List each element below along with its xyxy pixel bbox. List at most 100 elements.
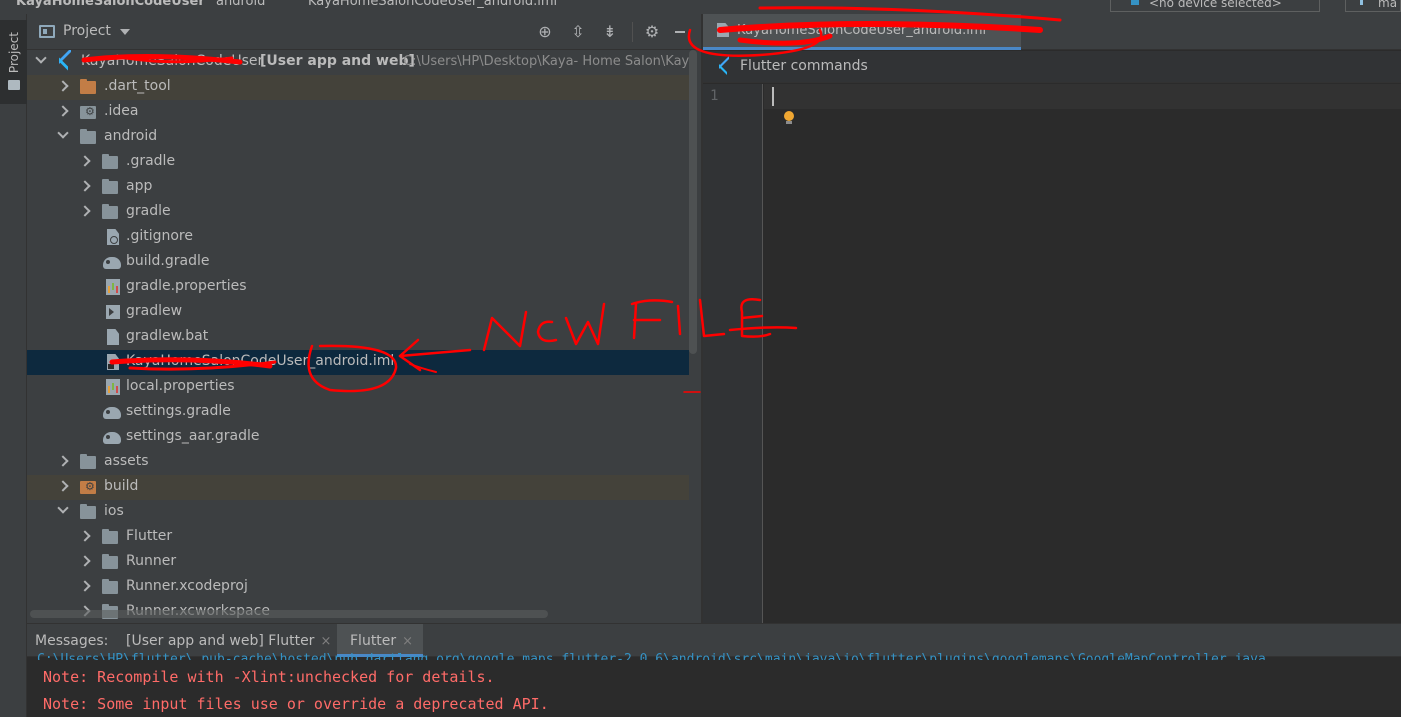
chevron-right-icon[interactable] <box>58 81 68 91</box>
editor-tab-android-iml[interactable]: KayaHomeSalonCodeUser_android.iml <box>703 14 1021 50</box>
chevron-right-icon[interactable] <box>58 456 68 466</box>
tree-item-label: gradlew.bat <box>126 328 209 344</box>
tree-item-settings-gradle[interactable]: settings.gradle <box>27 400 689 425</box>
tree-item-dart-tool[interactable]: .dart_tool <box>27 75 689 100</box>
tree-item-flutter[interactable]: Flutter <box>27 525 689 550</box>
tree-item-ios[interactable]: ios <box>27 500 689 525</box>
tree-item-android-iml[interactable]: KayaHomeSalonCodeUser_android.iml <box>27 350 689 375</box>
tree-root[interactable]: KayaHomeSalonCodeUser [User app and web]… <box>27 50 689 75</box>
project-tool-window-tab[interactable]: Project <box>0 20 27 104</box>
tree-item-label: settings.gradle <box>126 403 231 419</box>
project-tree[interactable]: KayaHomeSalonCodeUser [User app and web]… <box>27 50 689 623</box>
folder-icon <box>102 204 118 219</box>
horizontal-scrollbar[interactable] <box>30 610 548 618</box>
chevron-down-icon[interactable] <box>58 131 68 141</box>
editor-area: KayaHomeSalonCodeUser_android.iml Flutte… <box>703 14 1401 623</box>
messages-label: Messages: <box>35 633 109 649</box>
tree-item-runner-xcodeproj[interactable]: Runner.xcodeproj <box>27 575 689 600</box>
folder-icon <box>102 554 118 569</box>
chevron-right-icon[interactable] <box>80 206 90 216</box>
project-tool-window-label: Project <box>7 32 21 74</box>
messages-tab-label: [User app and web] Flutter <box>126 633 315 649</box>
phone-icon <box>1131 0 1139 5</box>
tree-item-local-properties[interactable]: local.properties <box>27 375 689 400</box>
tree-item-label: gradle.properties <box>126 278 247 294</box>
console-line: Note: Recompile with -Xlint:unchecked fo… <box>43 668 495 686</box>
gear-icon[interactable]: ⚙ <box>643 23 661 41</box>
folder-icon <box>80 504 96 519</box>
tree-item-gradle-properties[interactable]: gradle.properties <box>27 275 689 300</box>
chevron-right-icon[interactable] <box>58 481 68 491</box>
text-caret <box>772 87 774 106</box>
tree-item-android[interactable]: android <box>27 125 689 150</box>
folder-icon <box>102 154 118 169</box>
tree-item-gradlew-bat[interactable]: gradlew.bat <box>27 325 689 350</box>
chevron-down-icon[interactable] <box>120 29 130 35</box>
navigation-bar: KayaHomeSalonCodeUser android KayaHomeSa… <box>0 0 1401 14</box>
tree-item-label: gradle <box>126 203 171 219</box>
tree-item-app[interactable]: app <box>27 175 689 200</box>
chevron-right-icon[interactable] <box>80 156 90 166</box>
tree-item-dot-gradle[interactable]: .gradle <box>27 150 689 175</box>
device-selector-label: <no device selected> <box>1149 0 1282 10</box>
tree-item-label: settings_aar.gradle <box>126 428 260 444</box>
tree-item-label: gradlew <box>126 303 183 319</box>
chevron-down-icon[interactable] <box>36 56 46 66</box>
root-name: KayaHomeSalonCodeUser <box>81 53 264 69</box>
properties-file-icon <box>106 379 120 395</box>
vertical-scrollbar[interactable] <box>689 50 697 354</box>
close-icon[interactable]: × <box>320 634 331 649</box>
module-file-icon <box>717 23 729 37</box>
code-editor[interactable] <box>764 84 1401 623</box>
tree-item-idea[interactable]: .idea <box>27 100 689 125</box>
tree-item-label: Flutter <box>126 528 173 544</box>
tree-item-label: build <box>104 478 139 494</box>
tree-item-settings-aar-gradle[interactable]: settings_aar.gradle <box>27 425 689 450</box>
device-selector[interactable]: <no device selected> <box>1110 0 1320 12</box>
tree-item-build[interactable]: build <box>27 475 689 500</box>
root-path: C:\Users\HP\Desktop\Kaya- Home Salon\Kay <box>403 54 689 69</box>
lightbulb-icon[interactable] <box>783 111 795 125</box>
chevron-right-icon[interactable] <box>80 556 90 566</box>
gradle-elephant-icon <box>103 257 121 269</box>
gradle-elephant-icon <box>103 407 121 419</box>
config-folder-icon <box>80 105 96 119</box>
breadcrumb-project[interactable]: KayaHomeSalonCodeUser <box>16 0 205 9</box>
messages-tab-label: Flutter <box>350 633 397 649</box>
flutter-commands-link[interactable]: Flutter commands <box>740 58 868 74</box>
breadcrumb-android[interactable]: android <box>216 0 265 9</box>
chevron-right-icon[interactable] <box>80 581 90 591</box>
flutter-icon <box>717 60 731 74</box>
editor-tab-label: KayaHomeSalonCodeUser_android.iml <box>737 23 987 38</box>
close-icon[interactable]: × <box>402 634 413 649</box>
editor-gutter: 1 <box>703 84 763 623</box>
tree-item-label: Runner.xcodeproj <box>126 578 248 594</box>
chevron-down-icon[interactable] <box>58 506 68 516</box>
tree-item-label: ios <box>104 503 124 519</box>
tree-item-runner[interactable]: Runner <box>27 550 689 575</box>
breadcrumb-file[interactable]: KayaHomeSalonCodeUser_android.iml <box>308 0 557 9</box>
hide-icon[interactable] <box>675 31 685 33</box>
tree-item-gradlew[interactable]: gradlew <box>27 300 689 325</box>
chevron-right-icon[interactable] <box>58 106 68 116</box>
run-config-selector[interactable]: ma <box>1345 0 1401 12</box>
folder-icon <box>102 529 118 544</box>
locate-icon[interactable]: ⊕ <box>536 23 554 41</box>
tree-item-build-gradle[interactable]: build.gradle <box>27 250 689 275</box>
module-file-icon <box>107 354 119 370</box>
line-number: 1 <box>710 88 719 104</box>
project-view-selector[interactable]: Project <box>63 23 111 39</box>
current-line-highlight <box>764 84 1401 109</box>
chevron-right-icon[interactable] <box>80 531 90 541</box>
chevron-right-icon[interactable] <box>80 181 90 191</box>
collapse-all-icon[interactable]: ⇟ <box>601 23 619 41</box>
folder-icon <box>102 579 118 594</box>
editor-tab-bar: KayaHomeSalonCodeUser_android.iml <box>703 14 1401 50</box>
flutter-commands-bar: Flutter commands <box>703 51 1401 83</box>
root-module: [User app and web] <box>260 53 415 69</box>
tree-item-assets[interactable]: assets <box>27 450 689 475</box>
tree-item-gitignore[interactable]: .gitignore <box>27 225 689 250</box>
messages-console[interactable]: C:\Users\HP\flutter\.pub-cache\hosted\pu… <box>27 652 1401 717</box>
expand-all-icon[interactable]: ⇳ <box>569 23 587 41</box>
tree-item-gradle[interactable]: gradle <box>27 200 689 225</box>
